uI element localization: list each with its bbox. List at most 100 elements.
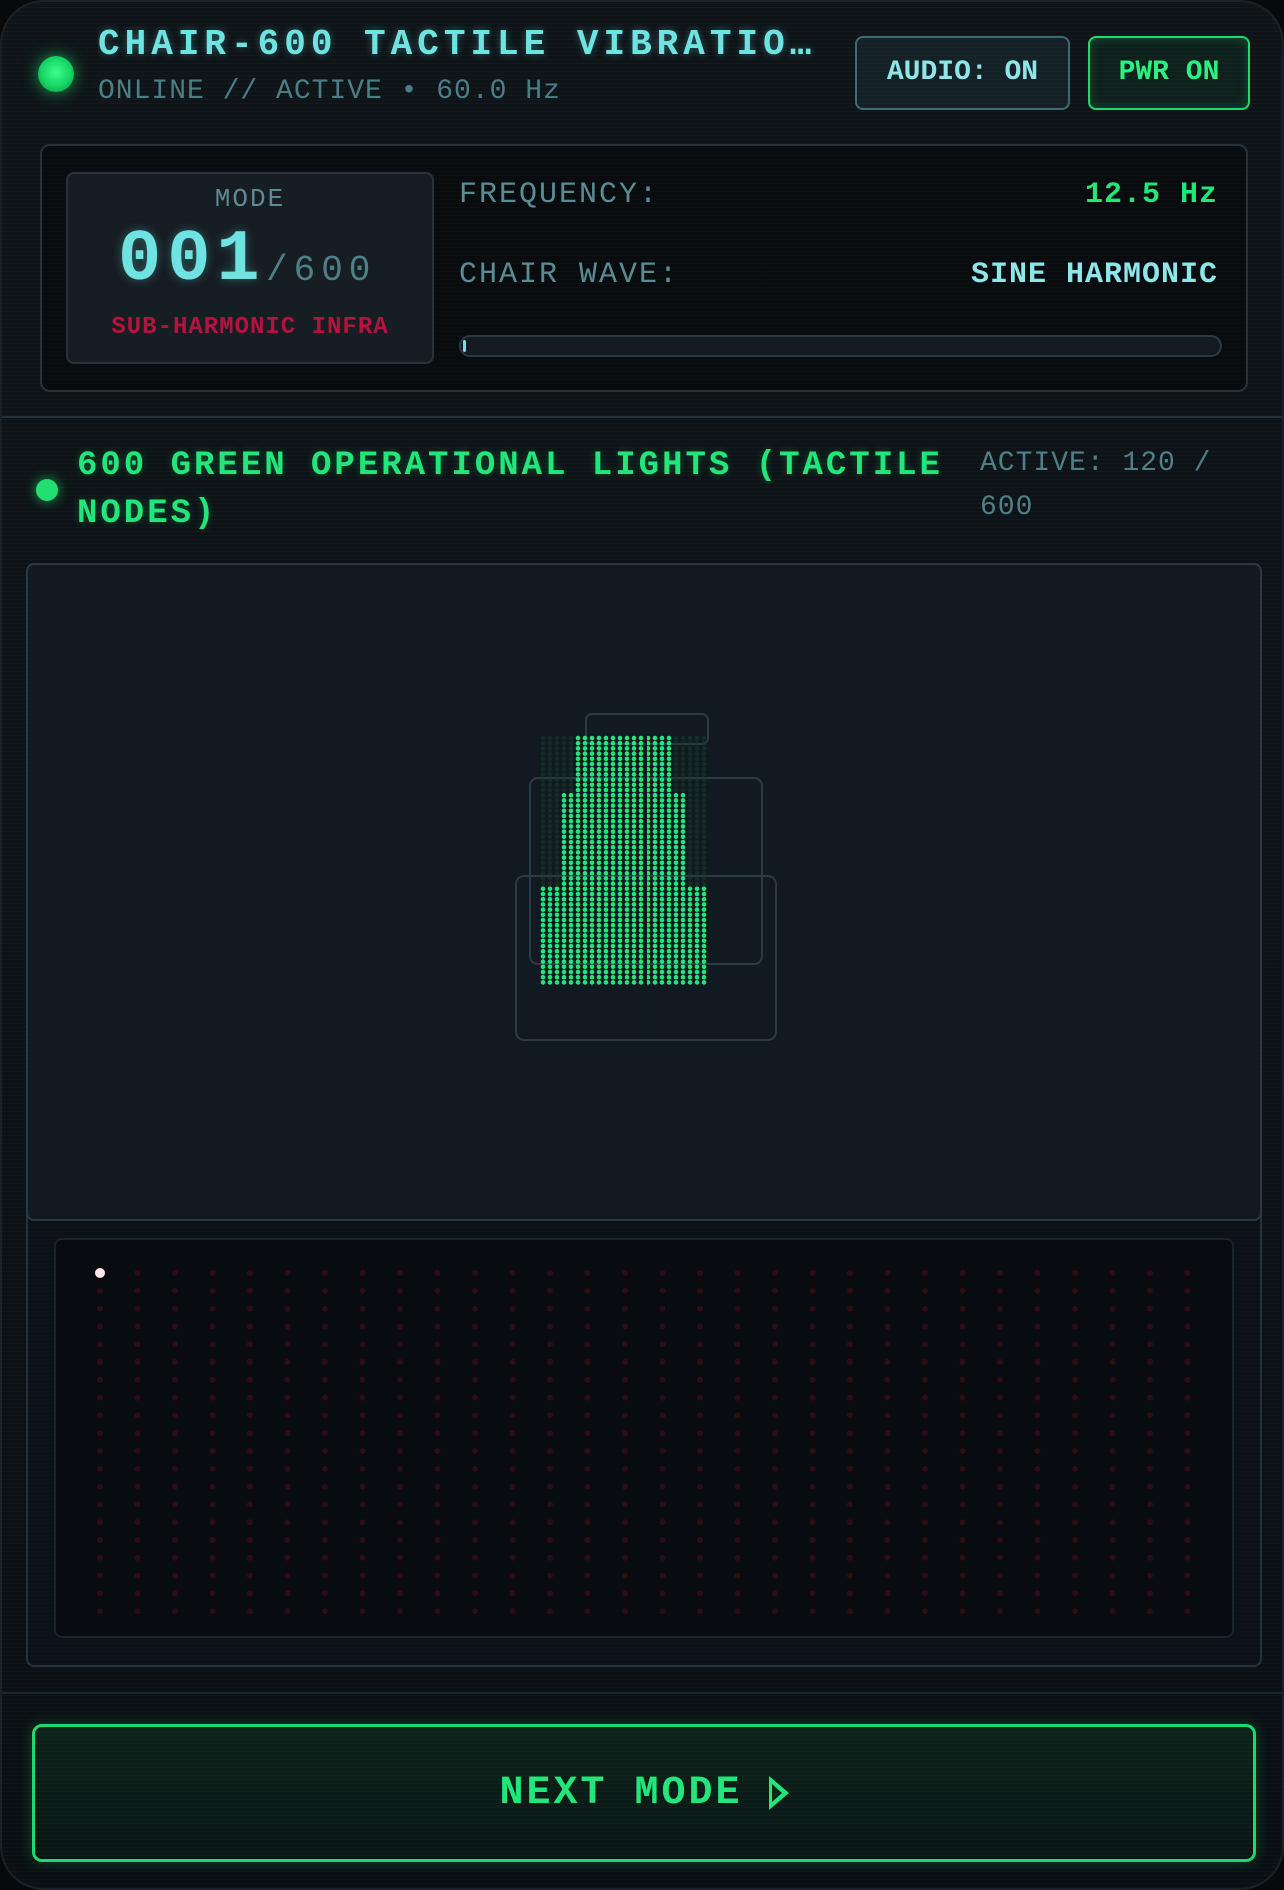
tactile-node xyxy=(554,782,560,788)
tactile-node xyxy=(582,798,588,803)
matrix-node xyxy=(1109,1430,1116,1437)
tactile-node xyxy=(631,896,637,902)
matrix-node xyxy=(509,1376,516,1383)
tactile-node xyxy=(554,969,560,975)
tactile-node xyxy=(596,860,602,866)
tactile-node xyxy=(610,787,616,793)
matrix-node xyxy=(434,1323,441,1330)
tactile-node xyxy=(575,782,581,788)
tactile-node xyxy=(575,912,581,918)
tactile-node xyxy=(547,969,553,975)
tactile-node xyxy=(554,938,560,944)
matrix-node xyxy=(1184,1519,1191,1526)
matrix-node xyxy=(659,1359,666,1365)
tactile-node xyxy=(652,803,658,808)
tactile-node xyxy=(666,839,672,845)
matrix-node xyxy=(397,1537,403,1543)
tactile-node xyxy=(624,974,630,980)
tactile-node xyxy=(617,886,623,892)
matrix-node xyxy=(134,1359,141,1365)
matrix-node xyxy=(809,1323,816,1330)
tactile-node xyxy=(652,777,658,782)
matrix-node xyxy=(547,1394,553,1401)
tactile-node xyxy=(547,777,553,782)
next-mode-button[interactable]: NEXT MODE xyxy=(32,1724,1256,1862)
tactile-node xyxy=(561,891,567,897)
tactile-node xyxy=(624,746,630,751)
tactile-node xyxy=(680,969,686,975)
tactile-node xyxy=(582,964,588,970)
tactile-node xyxy=(659,969,665,975)
tactile-node xyxy=(547,751,553,756)
matrix-node xyxy=(884,1501,891,1508)
tactile-node xyxy=(701,928,707,933)
matrix-node xyxy=(434,1554,441,1561)
power-button[interactable]: PWR ON xyxy=(1088,36,1250,110)
tactile-node xyxy=(624,761,630,767)
tactile-node xyxy=(603,876,609,881)
matrix-node xyxy=(209,1537,216,1543)
tactile-node xyxy=(680,974,686,980)
tactile-node xyxy=(701,896,707,902)
matrix-node xyxy=(547,1590,553,1597)
matrix-node xyxy=(1034,1341,1041,1348)
tactile-node xyxy=(638,766,644,772)
tactile-node xyxy=(568,964,574,970)
tactile-node xyxy=(540,943,546,949)
tactile-node xyxy=(652,772,658,777)
matrix-node xyxy=(659,1537,666,1543)
matrix-node xyxy=(209,1465,216,1472)
matrix-node xyxy=(397,1465,403,1472)
tactile-node xyxy=(540,980,546,985)
matrix-node xyxy=(359,1305,366,1312)
matrix-node xyxy=(509,1590,516,1597)
tactile-node xyxy=(652,912,658,918)
tactile-node xyxy=(652,766,658,772)
tactile-node xyxy=(638,756,644,762)
tactile-node xyxy=(638,922,644,928)
tactile-node xyxy=(659,808,665,814)
tactile-node xyxy=(589,964,595,970)
matrix-node xyxy=(322,1323,328,1330)
tactile-node xyxy=(589,980,595,985)
tactile-node xyxy=(554,948,560,954)
tactile-node xyxy=(624,829,630,834)
matrix-node xyxy=(847,1359,853,1365)
matrix-node xyxy=(809,1537,816,1543)
tactile-node xyxy=(652,954,658,959)
tactile-node xyxy=(617,896,623,902)
tactile-node xyxy=(694,928,700,933)
matrix-node xyxy=(997,1590,1003,1597)
tactile-node xyxy=(659,907,665,912)
tactile-node xyxy=(582,787,588,793)
tactile-node xyxy=(631,938,637,944)
matrix-node xyxy=(847,1448,853,1454)
matrix-node xyxy=(472,1376,478,1383)
matrix-node xyxy=(1109,1305,1116,1312)
tactile-node xyxy=(687,803,693,808)
tactile-node xyxy=(547,870,553,876)
tactile-node xyxy=(547,798,553,803)
tactile-node xyxy=(652,933,658,938)
tactile-node xyxy=(617,943,623,949)
matrix-node xyxy=(1034,1448,1041,1454)
tactile-node xyxy=(659,928,665,933)
tactile-node xyxy=(547,891,553,897)
matrix-node xyxy=(509,1448,516,1454)
tactile-node xyxy=(610,881,616,886)
tactile-node xyxy=(554,850,560,855)
tactile-node xyxy=(652,818,658,824)
tactile-node xyxy=(547,902,553,907)
tactile-node xyxy=(568,772,574,777)
tactile-node xyxy=(666,896,672,902)
audio-toggle-button[interactable]: AUDIO: ON xyxy=(855,36,1070,110)
matrix-node xyxy=(659,1572,666,1579)
tactile-node xyxy=(554,855,560,860)
tactile-node xyxy=(568,792,574,798)
status-line: ONLINE // ACTIVE • 60.0 Hz xyxy=(98,76,561,107)
matrix-node xyxy=(1109,1287,1116,1294)
tactile-node xyxy=(582,735,588,741)
tactile-node xyxy=(540,844,546,850)
matrix-node xyxy=(959,1537,966,1543)
matrix-node xyxy=(397,1305,403,1312)
